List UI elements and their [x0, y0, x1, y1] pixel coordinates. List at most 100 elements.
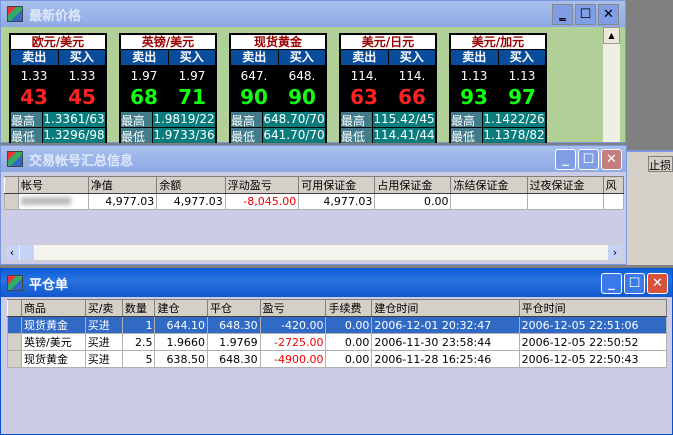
table-row[interactable]: 现货黄金 买进 1 644.10 648.30 -420.00 0.00 2006-12-01…: [7, 316, 668, 334]
buy-price-prefix: 1.97: [178, 69, 206, 83]
close-button[interactable]: ✕: [598, 4, 619, 25]
minimize-button[interactable]: _: [555, 149, 576, 170]
column-header[interactable]: 商品: [21, 299, 86, 317]
quote-card[interactable]: 美元/日元 卖出 买入 114. 114. 63 66 最高 115.42/45 最低 1…: [339, 33, 437, 144]
table-cell: 4,977.03: [87, 193, 158, 210]
column-header[interactable]: 占用保证金: [374, 176, 452, 194]
table-cell: [450, 193, 528, 210]
maximize-button[interactable]: ☐: [624, 273, 645, 294]
buy-price-pips[interactable]: 97: [498, 85, 546, 111]
table-cell: 2006-12-05 22:50:52: [518, 333, 668, 351]
table-cell: 644.10: [154, 316, 209, 334]
title-bar: 交易帐号汇总信息 _ ☐ ✕: [1, 146, 626, 172]
quote-card[interactable]: 欧元/美元 卖出 买入 1.33 1.33 43 45 最高 1.3361/63 最低 1…: [9, 33, 107, 144]
sell-price-pips[interactable]: 43: [10, 85, 58, 111]
vertical-scrollbar[interactable]: ▲: [603, 27, 620, 142]
high-label: 最高: [231, 112, 262, 128]
column-header[interactable]: 平仓时间: [518, 299, 668, 317]
close-orders-window: 平仓单 _ ☐ ✕ 商品 买/卖 数量 建仓 平仓 盈亏 手续费 建仓时间 平仓时间 现货黄金 买进 1 6…: [0, 268, 673, 435]
sell-label: 卖出: [451, 50, 498, 65]
column-header[interactable]: 净值: [87, 176, 158, 194]
symbol-name: 美元/日元: [341, 35, 435, 49]
column-header[interactable]: 建仓时间: [371, 299, 520, 317]
sell-price-prefix: 647.: [240, 69, 268, 83]
table-cell: -4900.00: [259, 350, 327, 368]
sell-price-prefix: 1.33: [20, 69, 48, 83]
column-header[interactable]: 手续费: [325, 299, 373, 317]
app-icon: [7, 6, 23, 22]
scroll-left-button[interactable]: ‹: [5, 245, 19, 260]
high-value: 648.70/70: [263, 112, 325, 127]
low-label: 最低: [341, 128, 372, 144]
column-header[interactable]: 过夜保证金: [526, 176, 604, 194]
low-label: 最低: [231, 128, 262, 144]
high-label: 最高: [11, 112, 42, 128]
sell-price-pips[interactable]: 93: [450, 85, 498, 111]
sell-price-pips[interactable]: 63: [340, 85, 388, 111]
high-label: 最高: [341, 112, 372, 128]
table-cell: 现货黄金: [21, 350, 86, 368]
table-row[interactable]: 现货黄金 买进 5 638.50 648.30 -4900.00 0.00 2006-11-2…: [7, 350, 668, 368]
window-title: 平仓单: [29, 277, 69, 293]
row-indicator[interactable]: [7, 316, 22, 334]
scroll-right-button[interactable]: ›: [608, 245, 622, 260]
maximize-button[interactable]: ☐: [578, 149, 599, 170]
buy-price-prefix: 648.: [288, 69, 316, 83]
price-window: 最新价格 ‗ ☐ ✕ 欧元/美元 卖出 买入 1.33 1.33 43 45 最高 1.…: [0, 0, 626, 144]
column-header[interactable]: 平仓: [207, 299, 261, 317]
sell-price-prefix: 1.97: [130, 69, 158, 83]
table-cell: 4,977.03: [298, 193, 376, 210]
quote-card[interactable]: 美元/加元 卖出 买入 1.13 1.13 93 97 最高 1.1422/26 最低 1…: [449, 33, 547, 144]
sell-price-prefix: 1.13: [460, 69, 488, 83]
minimize-button[interactable]: ‗: [552, 4, 573, 25]
column-header[interactable]: 可用保证金: [298, 176, 376, 194]
table-cell: 1.9769: [207, 333, 261, 351]
table-cell: 0.00: [325, 333, 373, 351]
buy-price-pips[interactable]: 71: [168, 85, 216, 111]
column-header[interactable]: 浮动盈亏: [224, 176, 300, 194]
column-header[interactable]: 建仓: [154, 299, 209, 317]
scroll-thumb[interactable]: [20, 245, 34, 260]
buy-label: 买入: [388, 50, 435, 65]
horizontal-scrollbar[interactable]: ‹ ›: [4, 244, 623, 261]
buy-price-pips[interactable]: 90: [278, 85, 326, 111]
symbol-name: 现货黄金: [231, 35, 325, 49]
buy-label: 买入: [278, 50, 325, 65]
table-row[interactable]: 4,977.03 4,977.03 -8,045.00 4,977.03 0.00: [4, 193, 625, 210]
row-indicator[interactable]: [7, 350, 22, 368]
column-header[interactable]: 余额: [156, 176, 226, 194]
scroll-up-button[interactable]: ▲: [603, 27, 620, 44]
window-title: 最新价格: [29, 8, 82, 24]
window-title: 交易帐号汇总信息: [29, 153, 134, 169]
column-stop-loss: 止损: [648, 156, 673, 172]
sell-price-pips[interactable]: 90: [230, 85, 278, 111]
column-header[interactable]: 冻结保证金: [450, 176, 528, 194]
low-label: 最低: [451, 128, 482, 144]
close-button[interactable]: ✕: [647, 273, 668, 294]
column-header[interactable]: 盈亏: [259, 299, 327, 317]
table-cell: 0.00: [374, 193, 452, 210]
row-indicator[interactable]: [7, 333, 22, 351]
column-header[interactable]: 买/卖: [84, 299, 123, 317]
sell-price-prefix: 114.: [350, 69, 378, 83]
table-cell: 0.00: [325, 350, 373, 368]
sell-label: 卖出: [11, 50, 58, 65]
quote-card[interactable]: 现货黄金 卖出 买入 647. 648. 90 90 最高 648.70/70 最低 64…: [229, 33, 327, 144]
minimize-button[interactable]: _: [601, 273, 622, 294]
account-table: 帐号 净值 余额 浮动盈亏 可用保证金 占用保证金 冻结保证金 过夜保证金风 4,977.03 4…: [4, 176, 625, 210]
table-cell: 买进: [84, 333, 123, 351]
column-header[interactable]: 风: [602, 176, 625, 194]
table-cell: 1: [121, 316, 156, 334]
buy-price-pips[interactable]: 66: [388, 85, 436, 111]
buy-price-prefix: 114.: [398, 69, 426, 83]
maximize-button[interactable]: ☐: [575, 4, 596, 25]
close-button[interactable]: ✕: [601, 149, 622, 170]
quote-card[interactable]: 英镑/美元 卖出 买入 1.97 1.97 68 71 最高 1.9819/22 最低 1…: [119, 33, 217, 144]
column-header[interactable]: 帐号: [18, 176, 89, 194]
table-row[interactable]: 英镑/美元 买进 2.5 1.9660 1.9769 -2725.00 0.00 2006-1…: [7, 333, 668, 351]
low-value: 1.9733/36: [153, 128, 215, 143]
buy-price-pips[interactable]: 45: [58, 85, 106, 111]
sell-price-pips[interactable]: 68: [120, 85, 168, 111]
table-cell: 现货黄金: [21, 316, 86, 334]
column-header[interactable]: 数量: [121, 299, 156, 317]
